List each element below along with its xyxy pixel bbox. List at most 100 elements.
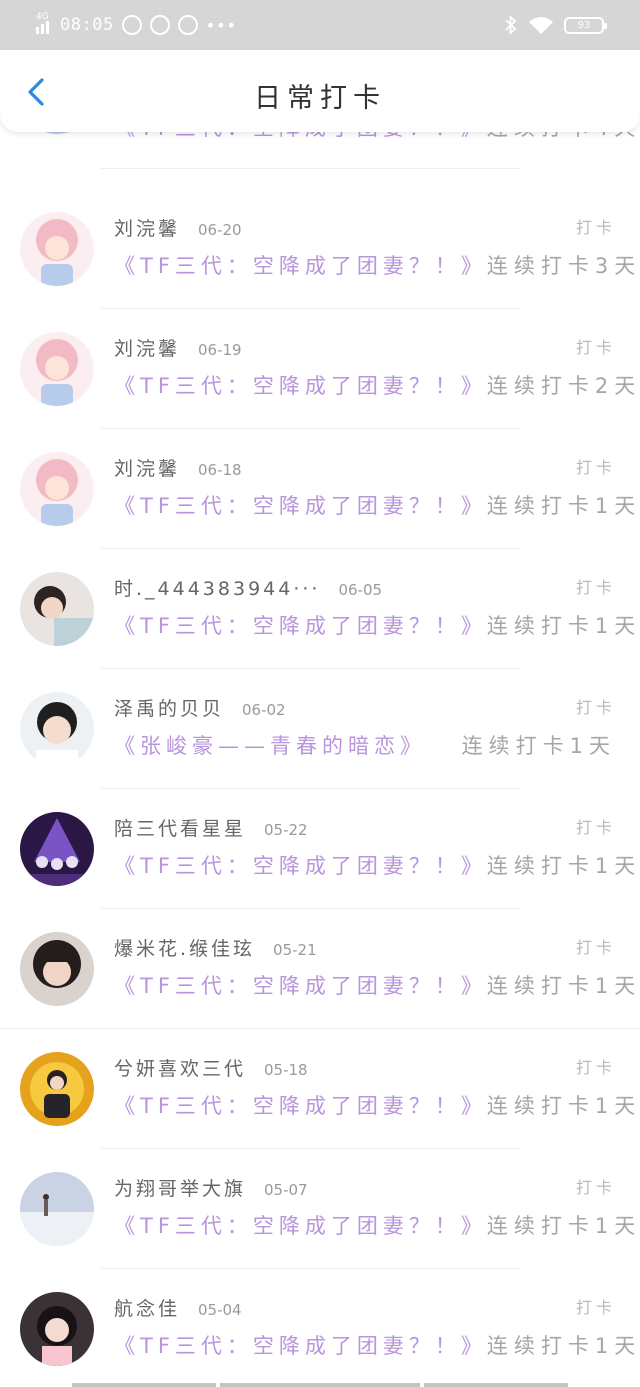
- book-title-link[interactable]: 《TF三代：空降成了团妻？！》: [114, 970, 487, 1000]
- username[interactable]: 泽禹的贝贝: [114, 694, 224, 721]
- list-item-partial[interactable]: 《TF三代：空降成了团妻？！》 连续打卡4天: [0, 132, 640, 172]
- cat-app-icon: [177, 15, 198, 35]
- book-title-link[interactable]: 《TF三代：空降成了团妻？！》: [114, 1090, 487, 1120]
- book-title-link[interactable]: 《TF三代：空降成了团妻？！》: [114, 132, 487, 142]
- row-name-line: 泽禹的贝贝 06-02: [114, 694, 286, 721]
- list-item[interactable]: 时._444383944··· 06-05 打卡 《TF三代：空降成了团妻？！》…: [0, 532, 640, 669]
- username[interactable]: 陪三代看星星: [114, 814, 246, 841]
- row-name-line: 陪三代看星星 05-22: [114, 814, 308, 841]
- music-app-icon: [149, 15, 170, 35]
- status-left: 4G 08:05 •••: [36, 13, 237, 37]
- row-detail: 《TF三代：空降成了团妻？！》 连续打卡1天: [114, 490, 635, 520]
- row-name-line: 刘浣馨 06-18: [114, 454, 242, 481]
- more-notifications-icon: •••: [205, 15, 237, 35]
- row-detail: 《TF三代：空降成了团妻？！》 连续打卡2天: [114, 370, 635, 400]
- list-item[interactable]: 航念佳 05-04 打卡 《TF三代：空降成了团妻？！》 连续打卡1天: [0, 1252, 640, 1372]
- checkin-date: 06-19: [198, 341, 242, 359]
- book-title-link[interactable]: 《TF三代：空降成了团妻？！》: [114, 370, 487, 400]
- row-name-line: 爆米花.缑佳玹 05-21: [114, 934, 317, 961]
- checkin-button[interactable]: 打卡: [576, 334, 616, 358]
- avatar[interactable]: [20, 132, 94, 134]
- streak-text: 连续打卡1天: [486, 854, 640, 878]
- list-item[interactable]: 陪三代看星星 05-22 打卡 《TF三代：空降成了团妻？！》 连续打卡1天: [0, 772, 640, 909]
- streak-text: 连续打卡1天: [486, 494, 640, 518]
- pink-cartoon-avatar[interactable]: [20, 452, 94, 526]
- photo-avatar[interactable]: [20, 572, 94, 646]
- row-detail: 《TF三代：空降成了团妻？！》 连续打卡4天: [114, 132, 635, 142]
- list-item[interactable]: 刘浣馨 06-20 打卡 《TF三代：空降成了团妻？！》 连续打卡3天: [0, 172, 640, 309]
- list-item[interactable]: 爆米花.缑佳玹 05-21 打卡 《TF三代：空降成了团妻？！》 连续打卡1天: [0, 892, 640, 1029]
- book-title-link[interactable]: 《TF三代：空降成了团妻？！》: [114, 610, 487, 640]
- list-item[interactable]: 刘浣馨 06-18 打卡 《TF三代：空降成了团妻？！》 连续打卡1天: [0, 412, 640, 549]
- status-right: 93: [504, 13, 607, 37]
- streak-text: 连续打卡4天: [487, 132, 640, 142]
- list-item[interactable]: 为翔哥举大旗 05-07 打卡 《TF三代：空降成了团妻？！》 连续打卡1天: [0, 1132, 640, 1269]
- list-item[interactable]: 刘浣馨 06-19 打卡 《TF三代：空降成了团妻？！》 连续打卡2天: [0, 292, 640, 429]
- scroll-indicator: [72, 1383, 216, 1387]
- checkin-button[interactable]: 打卡: [576, 574, 616, 598]
- streak-text: 连续打卡1天: [486, 974, 640, 998]
- pink-cartoon-avatar[interactable]: [20, 332, 94, 406]
- photo-avatar[interactable]: [20, 1292, 94, 1366]
- book-title-link[interactable]: 《TF三代：空降成了团妻？！》: [114, 250, 487, 280]
- book-title-link[interactable]: 《TF三代：空降成了团妻？！》: [114, 1210, 487, 1240]
- bluetooth-icon: [505, 15, 517, 35]
- username[interactable]: 刘浣馨: [114, 454, 180, 481]
- username[interactable]: 刘浣馨: [114, 214, 180, 241]
- status-time: 08:05: [60, 15, 114, 35]
- row-detail: 《TF三代：空降成了团妻？！》 连续打卡1天: [114, 850, 635, 880]
- username[interactable]: 航念佳: [114, 1294, 180, 1321]
- snow-scene-avatar[interactable]: [20, 1172, 94, 1246]
- username[interactable]: 时._444383944···: [114, 574, 320, 601]
- yellow-frame-avatar[interactable]: [20, 1052, 94, 1126]
- battery-icon: 93: [564, 16, 607, 34]
- book-title-link[interactable]: 《TF三代：空降成了团妻？！》: [114, 850, 487, 880]
- checkin-button[interactable]: 打卡: [576, 214, 616, 238]
- photo-avatar[interactable]: [20, 692, 94, 766]
- battery-level: 93: [577, 19, 591, 31]
- row-detail: 《TF三代：空降成了团妻？！》 连续打卡1天: [114, 1330, 635, 1360]
- username[interactable]: 兮妍喜欢三代: [114, 1054, 246, 1081]
- streak-text: 连续打卡1天: [486, 1214, 640, 1238]
- checkin-button[interactable]: 打卡: [576, 1294, 616, 1318]
- page-title: 日常打卡: [254, 83, 386, 114]
- pinwheel-app-icon: [121, 15, 142, 35]
- pink-cartoon-avatar[interactable]: [20, 212, 94, 286]
- wifi-icon: [529, 17, 553, 34]
- username[interactable]: 爆米花.缑佳玹: [114, 934, 255, 961]
- checkin-list: 《TF三代：空降成了团妻？！》 连续打卡4天 刘浣馨 06-20 打卡 《TF三…: [0, 132, 640, 1387]
- row-name-line: 为翔哥举大旗 05-07: [114, 1174, 308, 1201]
- checkin-button[interactable]: 打卡: [576, 1054, 616, 1078]
- checkin-button[interactable]: 打卡: [576, 934, 616, 958]
- stage-photo-avatar[interactable]: [20, 812, 94, 886]
- list-item[interactable]: 泽禹的贝贝 06-02 打卡 《张峻豪——青春的暗恋》 连续打卡1天: [0, 652, 640, 789]
- checkin-date: 06-05: [338, 581, 383, 599]
- row-divider: [100, 168, 520, 169]
- checkin-button[interactable]: 打卡: [576, 454, 616, 478]
- checkin-date: 06-20: [198, 221, 242, 239]
- checkin-button[interactable]: 打卡: [576, 1174, 616, 1198]
- row-name-line: 刘浣馨 06-20: [114, 214, 242, 241]
- checkin-button[interactable]: 打卡: [576, 814, 616, 838]
- checkin-date: 05-22: [264, 821, 308, 839]
- row-detail: 《TF三代：空降成了团妻？！》 连续打卡1天: [114, 1090, 635, 1120]
- book-title-link[interactable]: 《TF三代：空降成了团妻？！》: [114, 1330, 487, 1360]
- row-name-line: 航念佳 05-04: [114, 1294, 242, 1321]
- row-name-line: 刘浣馨 06-19: [114, 334, 242, 361]
- status-bar: 4G 08:05 ••• 93: [0, 0, 640, 50]
- cellular-signal-icon: 4G: [36, 13, 52, 35]
- scroll-indicator: [424, 1383, 568, 1387]
- list-item[interactable]: 兮妍喜欢三代 05-18 打卡 《TF三代：空降成了团妻？！》 连续打卡1天: [0, 1012, 640, 1149]
- checkin-date: 05-04: [198, 1301, 242, 1319]
- row-name-line: 时._444383944··· 06-05: [114, 574, 382, 601]
- photo-avatar[interactable]: [20, 932, 94, 1006]
- username[interactable]: 刘浣馨: [114, 334, 180, 361]
- streak-text: 连续打卡1天: [486, 1094, 640, 1118]
- checkin-date: 05-07: [264, 1181, 308, 1199]
- book-title-link[interactable]: 《TF三代：空降成了团妻？！》: [114, 490, 487, 520]
- checkin-button[interactable]: 打卡: [576, 694, 616, 718]
- row-name-line: 兮妍喜欢三代 05-18: [114, 1054, 308, 1081]
- username[interactable]: 为翔哥举大旗: [114, 1174, 246, 1201]
- streak-text: 连续打卡3天: [486, 254, 640, 278]
- book-title-link[interactable]: 《张峻豪——青春的暗恋》: [114, 730, 426, 760]
